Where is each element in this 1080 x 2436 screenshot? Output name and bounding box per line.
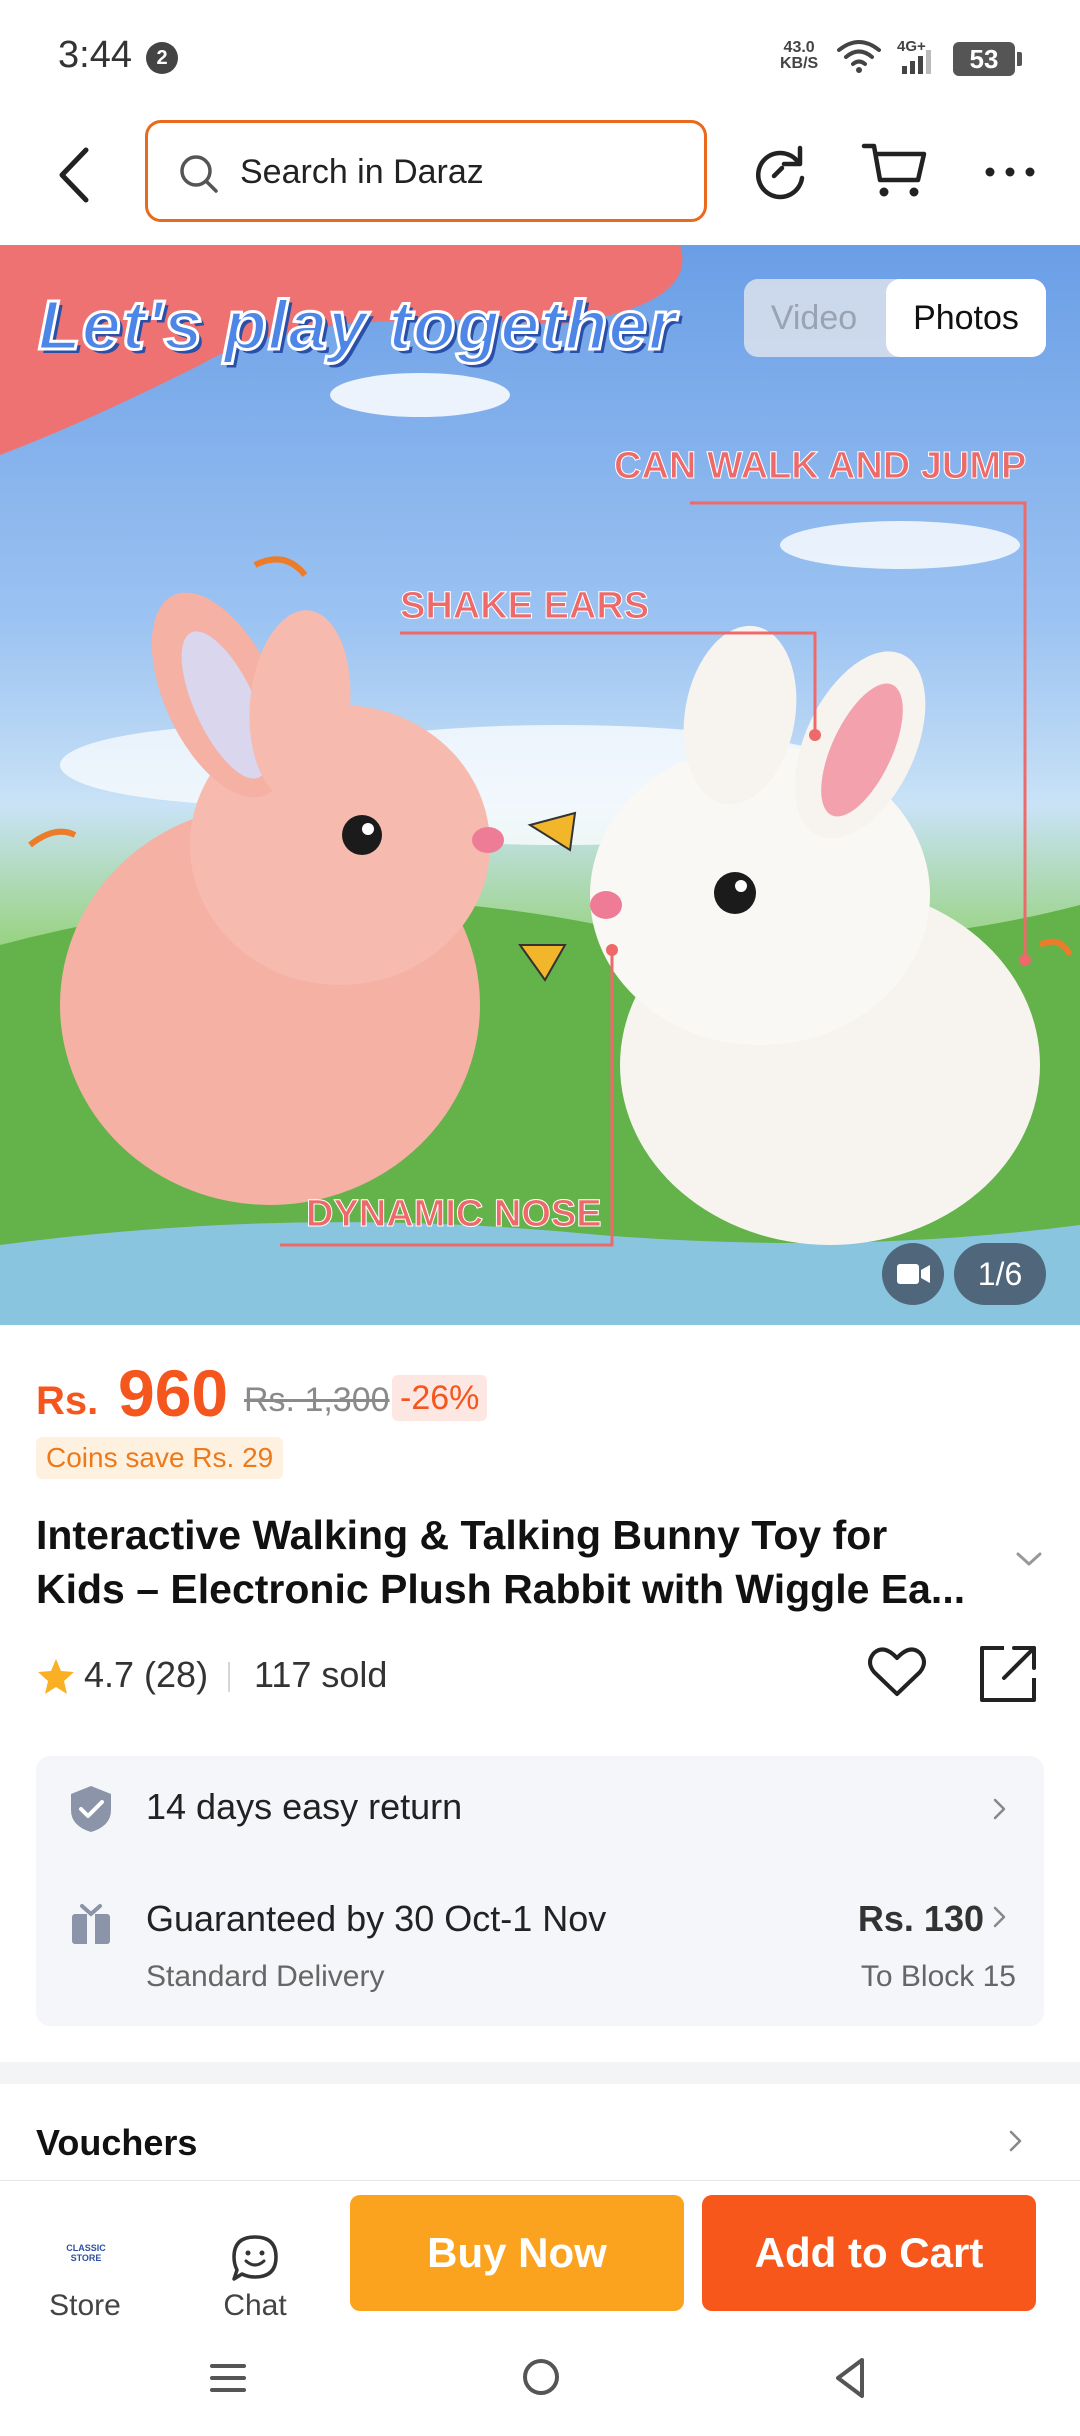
rating-row: 4.7 (28) 117 sold [36,1646,1046,1704]
video-play-button[interactable] [882,1243,944,1305]
video-camera-icon [897,1264,930,1284]
coins-save-badge: Coins save Rs. 29 [36,1437,284,1479]
share-icon[interactable] [976,1642,1040,1706]
network-speed-unit: KB/S [780,55,819,72]
chat-icon [232,2235,278,2281]
vouchers-row[interactable]: Vouchers [0,2084,1080,2184]
callout-shake-ears: SHAKE EARS [399,585,650,628]
status-bar: 3:44 2 43.0 KB/S 4G+ 53 [0,0,1080,110]
chevron-right-icon [1009,2130,1022,2152]
battery-tip [1017,52,1022,66]
original-price: Rs. 1,300 [244,1381,390,1419]
delivery-row[interactable]: Guaranteed by 30 Oct-1 Nov Standard Deli… [36,1860,1044,2026]
delivery-location: To Block 15 [860,1960,1016,1993]
chevron-down-icon[interactable] [1014,1548,1044,1570]
history-refresh-icon[interactable] [748,140,812,204]
price-value: 960 [118,1356,229,1430]
system-nav-bar [0,2318,1080,2436]
cart-icon[interactable] [860,138,930,202]
battery-indicator: 53 [953,42,1015,76]
product-title-line: Kids – Electronic Plush Rabbit with Wigg… [36,1566,966,1612]
delivery-type: Standard Delivery [146,1960,385,1993]
store-logo: CLASSIC STORE [66,2243,106,2263]
callout-walk-jump: CAN WALK AND JUMP [613,445,1027,488]
top-header: Search in Daraz [0,110,1080,245]
callout-dynamic-nose: DYNAMIC NOSE [306,1193,603,1236]
toggle-video[interactable]: Video [744,279,884,357]
media-type-toggle: Video Photos [744,279,1046,357]
hero-headline: Let's play together [37,285,678,366]
recent-apps-icon[interactable] [208,2358,248,2398]
network-speed: 43.0 KB/S [780,40,818,72]
price-currency: Rs. [36,1379,99,1423]
shield-check-icon [71,1786,111,1832]
service-info-card: 14 days easy return Guaranteed by 30 Oct… [36,1756,1044,2026]
search-placeholder: Search in Daraz [240,153,484,191]
section-divider [0,2062,1080,2084]
status-time: 3:44 [58,34,132,76]
wifi-icon [837,40,881,73]
vouchers-label: Vouchers [36,2122,198,2163]
return-policy-text: 14 days easy return [146,1786,463,1827]
rating-value[interactable]: 4.7 (28) [84,1654,208,1696]
notification-count-badge: 2 [146,42,178,74]
product-title-line: Interactive Walking & Talking Bunny Toy … [36,1512,888,1558]
network-speed-value: 43.0 [783,39,815,56]
return-policy-row[interactable]: 14 days easy return [36,1756,1044,1860]
add-to-cart-button[interactable]: Add to Cart [702,2195,1036,2311]
buy-now-button[interactable]: Buy Now [350,2195,684,2311]
search-input[interactable]: Search in Daraz [145,120,707,222]
delivery-fee: Rs. 130 [857,1898,984,1939]
sold-count: 117 sold [254,1654,388,1695]
product-title[interactable]: Interactive Walking & Talking Bunny Toy … [36,1508,1006,1616]
delivery-guarantee: Guaranteed by 30 Oct-1 Nov [146,1898,607,1939]
heart-icon[interactable] [866,1642,928,1702]
product-image [0,245,1080,1325]
toggle-photos[interactable]: Photos [886,279,1046,357]
signal-strength-icon [902,50,931,74]
more-options-icon[interactable] [980,160,1040,184]
image-page-counter: 1/6 [954,1243,1046,1305]
divider [228,1662,230,1692]
bottom-action-bar: CLASSIC STORE Store Chat Buy Now Add to … [0,2180,1080,2322]
package-icon [72,1904,110,1944]
discount-badge: -26% [392,1375,488,1421]
star-icon [38,1659,74,1694]
search-icon [180,155,218,193]
chevron-right-icon [993,1798,1006,1820]
chat-button[interactable]: Chat [200,2195,310,2322]
chevron-right-icon [993,1906,1006,1928]
home-icon[interactable] [520,2356,562,2398]
back-triangle-icon[interactable] [832,2356,868,2400]
product-image-gallery[interactable]: Let's play together CAN WALK AND JUMP SH… [0,245,1080,1325]
back-arrow-icon[interactable] [46,140,100,210]
store-button[interactable]: CLASSIC STORE Store [30,2195,140,2322]
